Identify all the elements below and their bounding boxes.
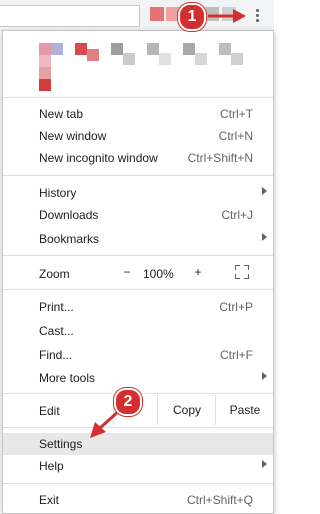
annotation-badge-2: 2	[114, 388, 142, 416]
annotation-arrow-1	[208, 9, 246, 23]
annotation-arrows	[90, 9, 246, 438]
annotation-arrow-2	[90, 408, 122, 438]
annotation-badge-1: 1	[178, 3, 206, 31]
